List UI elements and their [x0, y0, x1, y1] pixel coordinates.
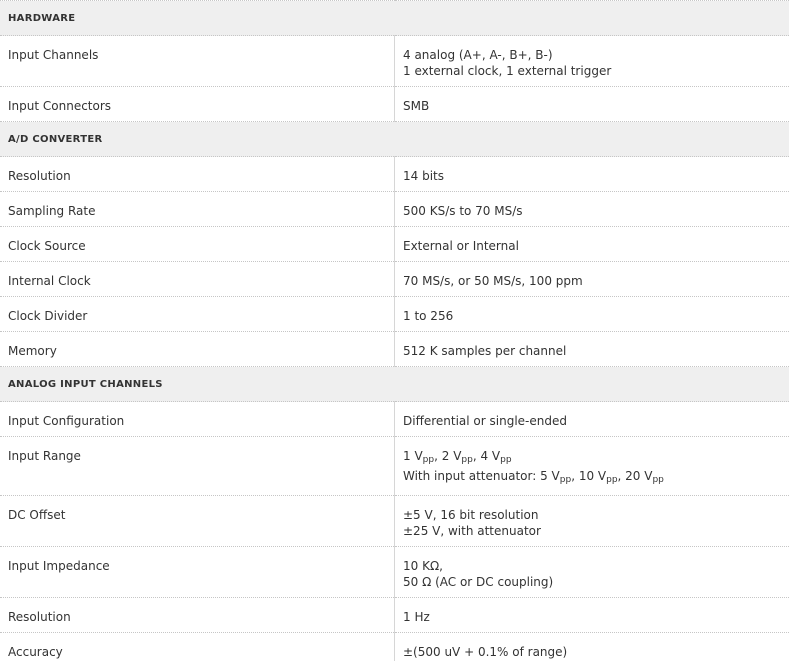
- spec-label: Memory: [0, 332, 395, 367]
- spec-row-clock-divider: Clock Divider 1 to 256: [0, 297, 789, 332]
- unit-subscript: pp: [560, 475, 571, 485]
- spec-row-clock-source: Clock Source External or Internal: [0, 227, 789, 262]
- spec-row-input-connectors: Input Connectors SMB: [0, 87, 789, 122]
- spec-value: 70 MS/s, or 50 MS/s, 100 ppm: [395, 262, 789, 297]
- section-hardware: HARDWARE: [0, 1, 789, 36]
- spec-value-line: ±5 V, 16 bit resolution: [403, 507, 781, 523]
- unit-subscript: pp: [652, 475, 663, 485]
- spec-value: 500 KS/s to 70 MS/s: [395, 192, 789, 227]
- spec-value: 1 Hz: [395, 598, 789, 633]
- unit-subscript: pp: [500, 455, 511, 465]
- spec-label: Input Configuration: [0, 402, 395, 437]
- spec-label: Input Channels: [0, 36, 395, 87]
- section-analog-input-channels: ANALOG INPUT CHANNELS: [0, 367, 789, 402]
- spec-label: Input Impedance: [0, 547, 395, 598]
- spec-label: Input Range: [0, 437, 395, 496]
- section-title: HARDWARE: [0, 1, 789, 36]
- spec-value-line: ±25 V, with attenuator: [403, 523, 781, 539]
- spec-label: Clock Divider: [0, 297, 395, 332]
- value-text: , 4 V: [473, 449, 500, 463]
- section-adc: A/D CONVERTER: [0, 122, 789, 157]
- unit-subscript: pp: [606, 475, 617, 485]
- spec-row-accuracy: Accuracy ±(500 uV + 0.1% of range): [0, 633, 789, 661]
- spec-row-resolution-hz: Resolution 1 Hz: [0, 598, 789, 633]
- spec-value: 4 analog (A+, A-, B+, B-) 1 external clo…: [395, 36, 789, 87]
- spec-value: Differential or single-ended: [395, 402, 789, 437]
- spec-row-sampling-rate: Sampling Rate 500 KS/s to 70 MS/s: [0, 192, 789, 227]
- spec-label: DC Offset: [0, 496, 395, 547]
- spec-value-line: With input attenuator: 5 Vpp, 10 Vpp, 20…: [403, 468, 781, 484]
- spec-value: 1 Vpp, 2 Vpp, 4 Vpp With input attenuato…: [395, 437, 789, 496]
- spec-value-line: 50 Ω (AC or DC coupling): [403, 574, 781, 590]
- spec-value-line: 4 analog (A+, A-, B+, B-): [403, 47, 781, 63]
- spec-row-resolution-bits: Resolution 14 bits: [0, 157, 789, 192]
- value-text: With input attenuator: 5 V: [403, 469, 560, 483]
- spec-label: Internal Clock: [0, 262, 395, 297]
- spec-row-memory: Memory 512 K samples per channel: [0, 332, 789, 367]
- spec-value: 1 to 256: [395, 297, 789, 332]
- spec-table: HARDWARE Input Channels 4 analog (A+, A-…: [0, 0, 789, 661]
- spec-value: ±(500 uV + 0.1% of range): [395, 633, 789, 661]
- spec-label: Sampling Rate: [0, 192, 395, 227]
- unit-subscript: pp: [461, 455, 472, 465]
- spec-value: 10 KΩ, 50 Ω (AC or DC coupling): [395, 547, 789, 598]
- section-title: A/D CONVERTER: [0, 122, 789, 157]
- spec-value: 14 bits: [395, 157, 789, 192]
- value-text: 1 V: [403, 449, 423, 463]
- spec-row-input-configuration: Input Configuration Differential or sing…: [0, 402, 789, 437]
- spec-row-internal-clock: Internal Clock 70 MS/s, or 50 MS/s, 100 …: [0, 262, 789, 297]
- spec-value-line: 10 KΩ,: [403, 558, 781, 574]
- spec-row-dc-offset: DC Offset ±5 V, 16 bit resolution ±25 V,…: [0, 496, 789, 547]
- spec-label: Resolution: [0, 157, 395, 192]
- spec-row-input-impedance: Input Impedance 10 KΩ, 50 Ω (AC or DC co…: [0, 547, 789, 598]
- spec-value: SMB: [395, 87, 789, 122]
- value-text: , 2 V: [434, 449, 461, 463]
- value-text: , 10 V: [571, 469, 606, 483]
- spec-row-input-range: Input Range 1 Vpp, 2 Vpp, 4 Vpp With inp…: [0, 437, 789, 496]
- value-text: , 20 V: [618, 469, 653, 483]
- spec-label: Resolution: [0, 598, 395, 633]
- spec-row-input-channels: Input Channels 4 analog (A+, A-, B+, B-)…: [0, 36, 789, 87]
- spec-value: 512 K samples per channel: [395, 332, 789, 367]
- spec-value: ±5 V, 16 bit resolution ±25 V, with atte…: [395, 496, 789, 547]
- spec-label: Clock Source: [0, 227, 395, 262]
- spec-value: External or Internal: [395, 227, 789, 262]
- spec-label: Input Connectors: [0, 87, 395, 122]
- section-title: ANALOG INPUT CHANNELS: [0, 367, 789, 402]
- spec-value-line: 1 Vpp, 2 Vpp, 4 Vpp: [403, 448, 781, 464]
- unit-subscript: pp: [423, 455, 434, 465]
- spec-label: Accuracy: [0, 633, 395, 661]
- spec-value-line: 1 external clock, 1 external trigger: [403, 63, 781, 79]
